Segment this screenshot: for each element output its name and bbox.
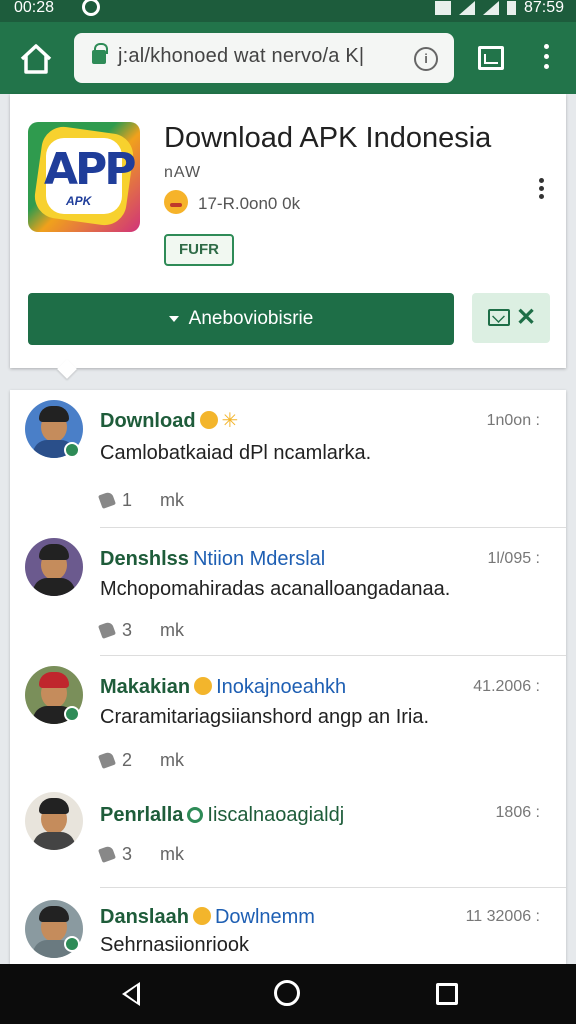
online-icon (64, 706, 80, 722)
post-author[interactable]: Penrlalla Iiscalnaoagialdj (100, 804, 344, 827)
post-text: Craramitariagsiianshord angp an Iria. (100, 706, 430, 728)
overflow-menu-icon[interactable] (536, 44, 556, 72)
home-icon[interactable] (18, 42, 54, 76)
author-tag: Iiscalnaoagialdj (207, 804, 345, 826)
author-tag: Ntiion Mderslal (192, 548, 326, 570)
avatar[interactable] (25, 792, 83, 850)
author-tag: Inokajnoeahkh (216, 676, 347, 698)
battery-icon (506, 1, 516, 15)
post-text: Camlobatkaiad dPl ncamlarka. (100, 442, 372, 464)
install-label: Aneboviobisrie (188, 308, 314, 329)
post-actions: 3 mk (98, 620, 184, 641)
logo-text: APP (44, 144, 137, 195)
app-more-icon[interactable] (536, 178, 546, 206)
more-link[interactable]: mk (160, 620, 184, 640)
like-icon[interactable] (98, 491, 116, 509)
post-author[interactable]: Makakian Inokajnoeahkh (100, 676, 346, 699)
like-icon[interactable] (98, 621, 116, 639)
comment-feed: Download ✳ 1n0on : Camlobatkaiad dPl ncam… (10, 390, 566, 964)
url-bar[interactable]: j:al/khonoed wat nervo/a K| i (74, 33, 454, 83)
rating-emoji-icon (164, 190, 188, 214)
verified-icon (187, 807, 204, 823)
browser-toolbar: j:al/khonoed wat nervo/a K| i (0, 22, 576, 94)
vibrate-icon (434, 1, 451, 15)
tabs-icon[interactable] (478, 46, 504, 70)
share-mail-button[interactable]: ✕ (472, 293, 550, 343)
like-count: 1 (122, 490, 133, 510)
close-icon[interactable]: ✕ (516, 303, 536, 332)
post-time: 11 32006 : (465, 908, 540, 925)
home-circle-icon[interactable] (274, 980, 300, 1006)
online-icon (64, 442, 80, 458)
like-count: 2 (122, 750, 133, 770)
post-time: 41.2006 : (473, 678, 540, 695)
system-nav-bar (0, 964, 576, 1024)
post-author[interactable]: Download ✳ (100, 408, 238, 433)
status-bar: 00:28 87:59 (0, 0, 576, 22)
more-link[interactable]: mk (160, 490, 184, 510)
signal-icon (482, 1, 499, 15)
app-title: Download APK Indonesia (164, 122, 492, 154)
sparkle-icon: ✳ (221, 410, 239, 432)
post-time: 1l/095 : (487, 550, 540, 567)
logo-subtext: APK (66, 194, 92, 208)
recent-apps-icon[interactable] (436, 983, 458, 1005)
app-developer: nAW (164, 164, 202, 181)
post-text: Sehrnasiionriook (100, 934, 249, 956)
more-link[interactable]: mk (160, 844, 184, 864)
post-time: 1n0on : (486, 412, 540, 429)
app-rating: 17-R.0on0 0k (198, 194, 301, 213)
back-icon[interactable] (122, 982, 140, 1006)
post-time: 1806 : (495, 804, 540, 821)
like-count: 3 (122, 620, 133, 640)
divider (100, 527, 566, 528)
status-clock: 87:59 (523, 0, 564, 16)
dropdown-arrow-icon (168, 315, 179, 322)
sun-emoji-icon (194, 677, 213, 695)
like-count: 3 (122, 844, 133, 864)
sync-icon (82, 0, 100, 16)
mail-icon (488, 309, 510, 326)
status-time: 00:28 (14, 0, 55, 16)
app-logo: APP APK (28, 122, 140, 232)
install-button[interactable]: Aneboviobisrie (28, 293, 454, 345)
divider (100, 887, 566, 888)
online-icon (64, 936, 80, 952)
post-text: Mchopomahiradas acanalloangadanaa. (100, 578, 451, 600)
post-actions: 1 mk (98, 490, 184, 511)
divider (100, 655, 566, 656)
sun-emoji-icon (192, 907, 211, 925)
post-actions: 3 mk (98, 844, 184, 865)
author-tag: Dowlnemm (214, 906, 315, 928)
sun-emoji-icon (199, 411, 218, 429)
avatar[interactable] (25, 538, 83, 596)
app-card: APP APK Download APK Indonesia nAW 17-R.… (10, 94, 566, 368)
post-author[interactable]: Denshlss Ntiion Mderslal (100, 548, 325, 571)
reader-mode-icon[interactable]: i (414, 47, 438, 71)
wifi-icon (458, 1, 475, 15)
lock-icon (92, 43, 108, 64)
post-actions: 2 mk (98, 750, 184, 771)
like-icon[interactable] (98, 751, 116, 769)
more-link[interactable]: mk (160, 750, 184, 770)
status-icons: 87:59 (434, 0, 564, 16)
url-text: j:al/khonoed wat nervo/a K| (118, 45, 365, 67)
like-icon[interactable] (98, 845, 116, 863)
free-badge: FUFR (164, 234, 234, 266)
post-author[interactable]: Danslaah Dowlnemm (100, 906, 315, 929)
